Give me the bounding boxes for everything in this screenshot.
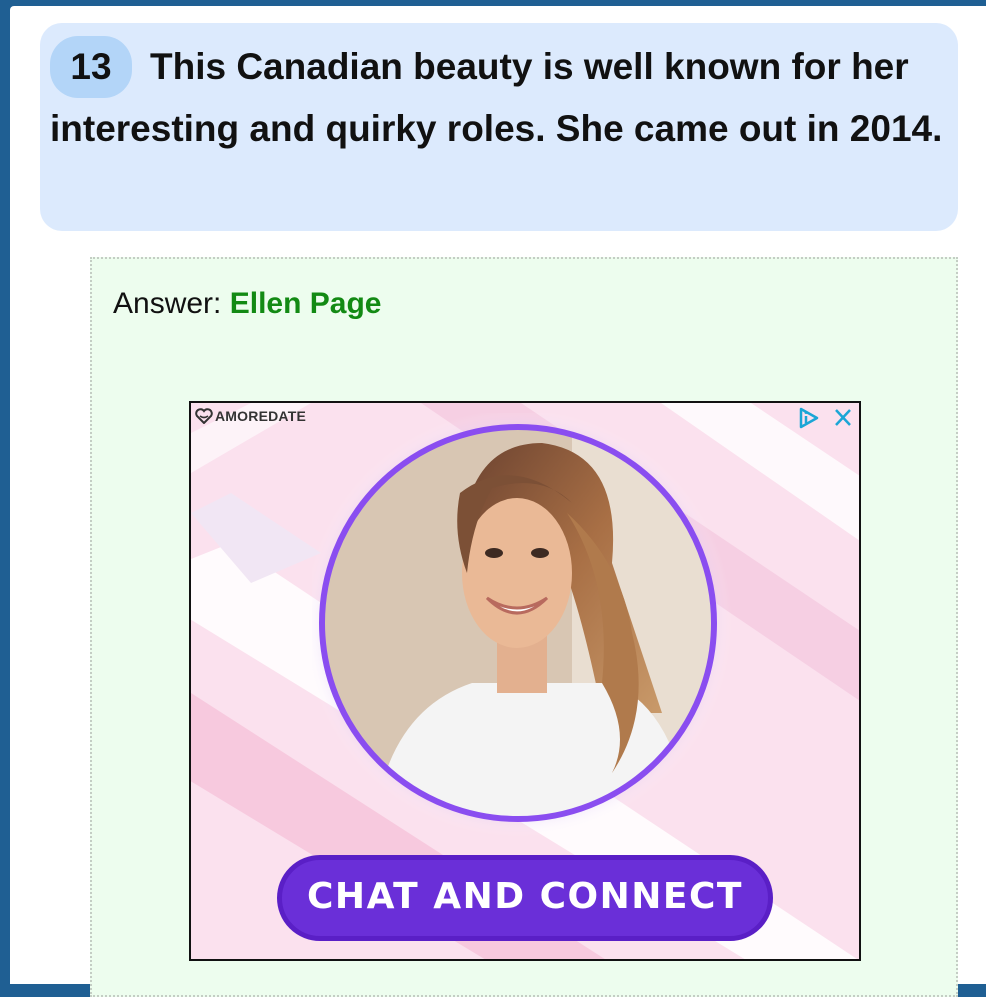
ad-close-icon[interactable] — [829, 405, 857, 431]
answer-line: Answer: Ellen Page — [113, 287, 381, 321]
question-card: 13 This Canadian beauty is well known for… — [40, 23, 958, 231]
ad-brand-logo: AMOREDATE — [195, 408, 306, 424]
question-number-badge: 13 — [50, 36, 132, 98]
chat-and-connect-button[interactable]: CHAT AND CONNECT — [277, 855, 773, 941]
ad-brand-name: AMOREDATE — [215, 408, 306, 424]
advertisement-banner[interactable]: AMOREDATE CHAT AND CONNECT — [189, 401, 861, 961]
question-text-block: 13 This Canadian beauty is well known for… — [50, 36, 948, 160]
question-text: This Canadian beauty is well known for h… — [50, 46, 943, 149]
answer-label: Answer: — [113, 287, 230, 320]
heart-logo-icon — [195, 408, 213, 424]
answer-panel: Answer: Ellen Page AMOREDATE CHAT AND CO… — [90, 257, 958, 997]
ad-portrait-image[interactable] — [312, 413, 742, 843]
answer-value: Ellen Page — [229, 287, 382, 320]
quiz-page: 13 This Canadian beauty is well known for… — [10, 6, 986, 997]
adchoices-icon[interactable] — [795, 405, 823, 431]
